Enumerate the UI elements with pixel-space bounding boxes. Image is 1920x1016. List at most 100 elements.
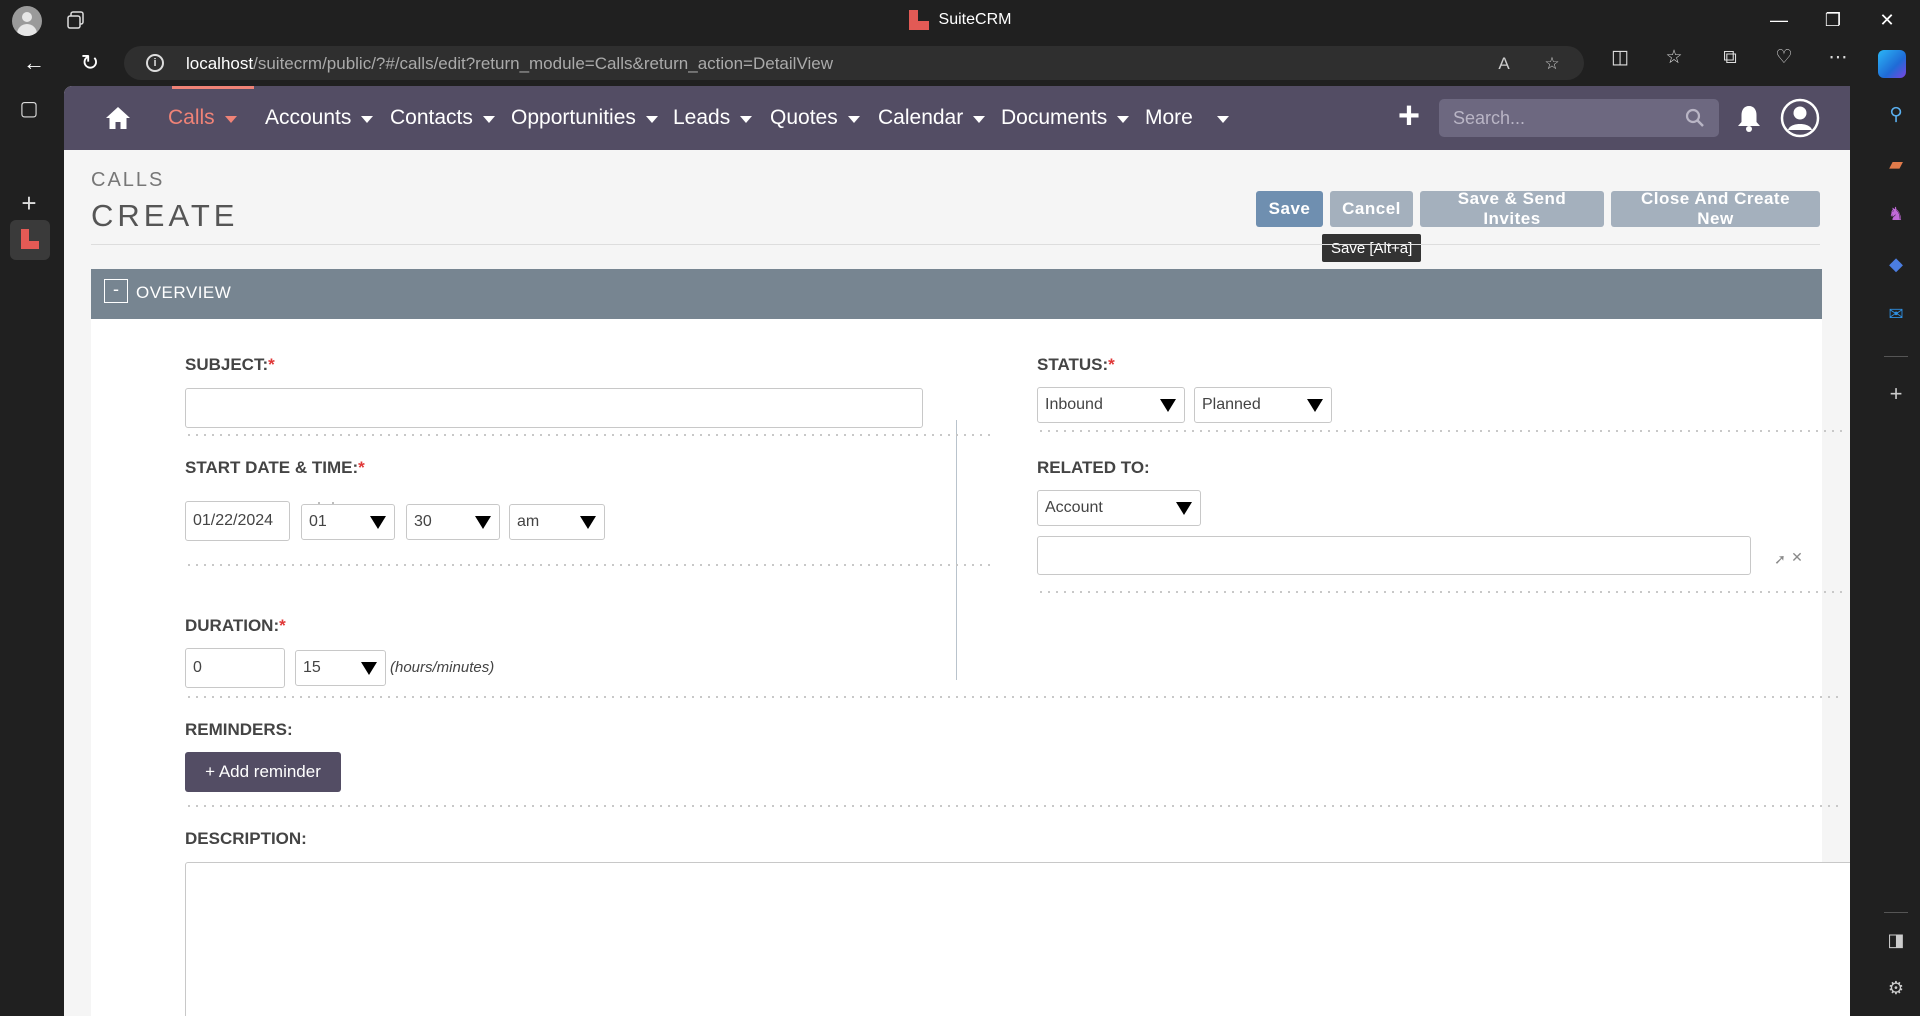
search-icon[interactable]: [1685, 108, 1705, 128]
favorites-icon[interactable]: ☆: [1662, 46, 1686, 70]
quick-create-plus-icon[interactable]: +: [1394, 97, 1424, 135]
start-date-input[interactable]: 01/22/2024: [185, 501, 290, 541]
field-separator: [1037, 591, 1843, 593]
add-reminder-button[interactable]: + Add reminder: [185, 752, 341, 792]
nav-item-documents[interactable]: Documents: [1001, 86, 1130, 150]
cancel-button[interactable]: Cancel: [1330, 191, 1413, 227]
site-info-icon[interactable]: i: [146, 54, 164, 72]
field-separator: [185, 564, 991, 566]
chevron-down-icon: [1216, 116, 1229, 123]
close-and-create-new-button[interactable]: Close And Create New: [1611, 189, 1820, 228]
tab-actions-icon[interactable]: ▢: [16, 96, 42, 122]
nav-item-opportunities[interactable]: Opportunities: [511, 86, 658, 150]
nav-item-accounts[interactable]: Accounts: [265, 86, 374, 150]
dropdown-arrow-icon: [1160, 399, 1176, 412]
collapse-icon[interactable]: -: [104, 279, 128, 303]
field-separator: [1037, 430, 1843, 432]
dropdown-arrow-icon: [370, 516, 386, 529]
nav-item-quotes[interactable]: Quotes: [770, 86, 860, 150]
nav-item-contacts[interactable]: Contacts: [390, 86, 495, 150]
tab-suitecrm[interactable]: [10, 220, 50, 260]
browser-essentials-icon[interactable]: ♡: [1772, 46, 1796, 70]
home-icon[interactable]: [104, 104, 132, 132]
copilot-icon[interactable]: [1878, 50, 1906, 78]
hide-sidebar-icon[interactable]: ◨: [1884, 928, 1908, 952]
outlook-icon[interactable]: ✉: [1884, 302, 1908, 326]
nav-item-calls[interactable]: Calls: [168, 86, 237, 150]
duration-label: DURATION:*: [185, 616, 286, 635]
start-minute-select[interactable]: 30: [406, 504, 500, 540]
reminders-label: REMINDERS:: [185, 720, 293, 739]
duration-hint: (hours/minutes): [390, 659, 495, 676]
description-textarea[interactable]: [185, 862, 1850, 1016]
read-aloud-icon[interactable]: A: [1494, 54, 1514, 74]
add-sidebar-app-icon[interactable]: +: [1884, 382, 1908, 406]
save-tooltip: Save [Alt+a]: [1322, 234, 1422, 262]
settings-gear-icon[interactable]: ⚙: [1884, 976, 1908, 1000]
browser-toolbar: ← ↻ i localhost/suitecrm/public/?#/calls…: [0, 40, 1920, 86]
chevron-down-icon: [224, 116, 237, 123]
new-tab-icon[interactable]: +: [16, 190, 42, 216]
collections-icon[interactable]: ⧉: [1718, 46, 1742, 70]
page-title: CREATE: [91, 198, 239, 233]
chevron-down-icon: [361, 116, 374, 123]
column-divider: [956, 420, 957, 680]
duration-hours-input[interactable]: 0: [185, 648, 285, 688]
browser-title-bar: SuiteCRM — ❐ ✕: [0, 0, 1920, 40]
dropdown-arrow-icon: [580, 516, 596, 529]
related-to-input[interactable]: [1037, 536, 1751, 575]
subject-label: SUBJECT:*: [185, 355, 275, 374]
field-separator: [185, 696, 1844, 698]
sidebar-divider: [1884, 356, 1908, 357]
dropdown-arrow-icon: [361, 662, 377, 675]
split-screen-icon[interactable]: ◫: [1608, 46, 1632, 70]
restore-button[interactable]: ❐: [1810, 0, 1856, 40]
global-search[interactable]: [1439, 99, 1719, 137]
field-separator: [185, 805, 1844, 807]
overview-panel-header[interactable]: - OVERVIEW: [91, 269, 1822, 319]
chevron-down-icon: [847, 116, 860, 123]
module-title: CALLS: [91, 169, 165, 191]
duration-minutes-select[interactable]: 15: [295, 650, 386, 686]
chevron-down-icon: [1117, 116, 1130, 123]
header-divider: [91, 244, 1820, 245]
url-text[interactable]: localhost/suitecrm/public/?#/calls/edit?…: [186, 54, 833, 74]
nav-item-calendar[interactable]: Calendar: [878, 86, 986, 150]
save-send-invites-button[interactable]: Save & Send Invites: [1420, 189, 1604, 228]
panel-title: OVERVIEW: [136, 283, 232, 302]
window-title: SuiteCRM: [0, 0, 1920, 40]
description-label: DESCRIPTION:: [185, 829, 307, 848]
nav-item-leads[interactable]: Leads: [673, 86, 753, 150]
subject-input[interactable]: [185, 388, 923, 428]
dropdown-arrow-icon: [475, 516, 491, 529]
related-type-select[interactable]: Account: [1037, 490, 1201, 526]
more-options-icon[interactable]: ⋯: [1826, 46, 1850, 70]
user-avatar-icon[interactable]: [1780, 98, 1820, 138]
bell-icon[interactable]: [1736, 104, 1762, 132]
chevron-down-icon: [740, 116, 753, 123]
search-input[interactable]: [1453, 105, 1673, 131]
start-hour-select[interactable]: 01: [301, 504, 395, 540]
search-icon[interactable]: ⚲: [1884, 102, 1908, 126]
status-select[interactable]: Planned: [1194, 387, 1332, 423]
select-cursor-icon[interactable]: ➚: [1772, 551, 1788, 567]
nav-item-more[interactable]: More: [1145, 86, 1229, 150]
suitecrm-logo-icon: [908, 10, 929, 30]
favorite-star-icon[interactable]: ☆: [1542, 54, 1562, 74]
dropdown-arrow-icon: [1176, 502, 1192, 515]
back-arrow-icon[interactable]: ←: [18, 48, 50, 78]
clear-icon[interactable]: ✕: [1789, 549, 1805, 565]
status-direction-select[interactable]: Inbound: [1037, 387, 1185, 423]
dropdown-arrow-icon: [1307, 399, 1323, 412]
reload-icon[interactable]: ↻: [74, 48, 106, 78]
save-button[interactable]: Save: [1256, 191, 1323, 227]
related-to-label: RELATED TO:: [1037, 458, 1150, 477]
tools-icon[interactable]: ▰: [1884, 152, 1908, 176]
address-bar[interactable]: i localhost/suitecrm/public/?#/calls/edi…: [124, 46, 1584, 80]
chevron-down-icon: [482, 116, 495, 123]
close-window-button[interactable]: ✕: [1864, 0, 1910, 40]
games-icon[interactable]: ♞: [1884, 202, 1908, 226]
minimize-button[interactable]: —: [1756, 0, 1802, 40]
office-icon[interactable]: ◆: [1884, 252, 1908, 276]
start-ampm-select[interactable]: am: [509, 504, 605, 540]
